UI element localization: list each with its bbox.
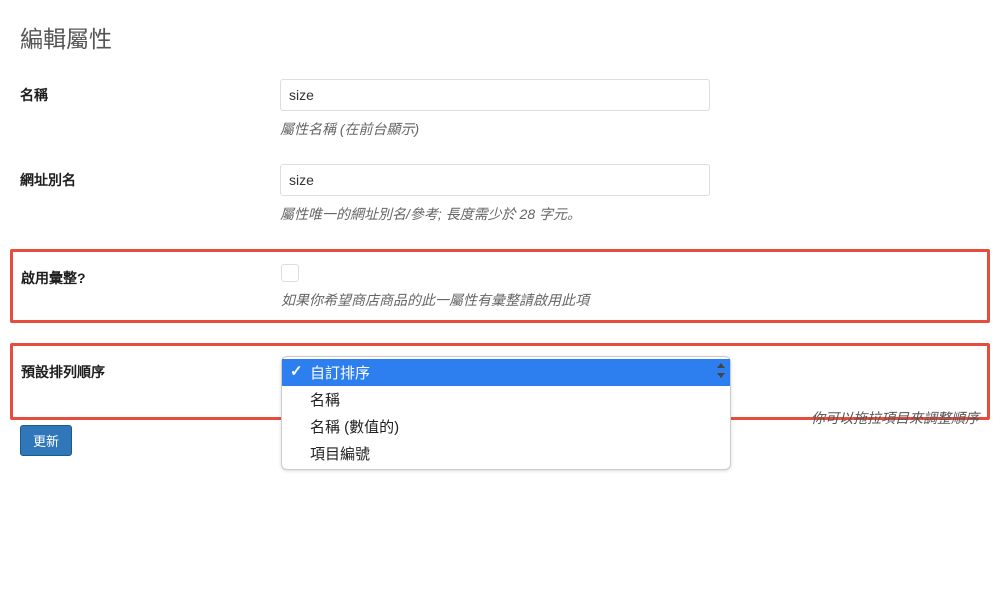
slug-label: 網址別名 [20,164,280,190]
archive-label: 啟用彙整? [21,262,281,288]
orderby-option-custom[interactable]: 自訂排序 [282,359,730,386]
orderby-select[interactable]: 自訂排序 名稱 名稱 (數值的) 項目編號 [281,356,731,470]
archive-help: 如果你希望商店商品的此一屬性有彙整請啟用此項 [281,290,979,310]
update-button[interactable]: 更新 [20,425,72,456]
orderby-hint: 你可以拖拉項目來調整順序 [811,408,979,428]
orderby-highlight: 預設排列順序 自訂排序 名稱 名稱 (數值的) 項目編號 你可以拖拉項目來調整順… [10,343,990,420]
orderby-option-id[interactable]: 項目編號 [282,440,730,467]
page-title: 編輯屬性 [20,20,980,54]
slug-input[interactable] [280,164,710,196]
name-input[interactable] [280,79,710,111]
name-help: 屬性名稱 (在前台顯示) [280,119,980,139]
orderby-label: 預設排列順序 [21,356,281,382]
archive-highlight: 啟用彙整? 如果你希望商店商品的此一屬性有彙整請啟用此項 [10,249,990,323]
name-label: 名稱 [20,79,280,105]
archive-checkbox[interactable] [281,264,299,282]
orderby-option-name[interactable]: 名稱 [282,386,730,413]
orderby-option-name-numeric[interactable]: 名稱 (數值的) [282,413,730,440]
slug-help: 屬性唯一的網址別名/參考; 長度需少於 28 字元。 [280,204,980,224]
